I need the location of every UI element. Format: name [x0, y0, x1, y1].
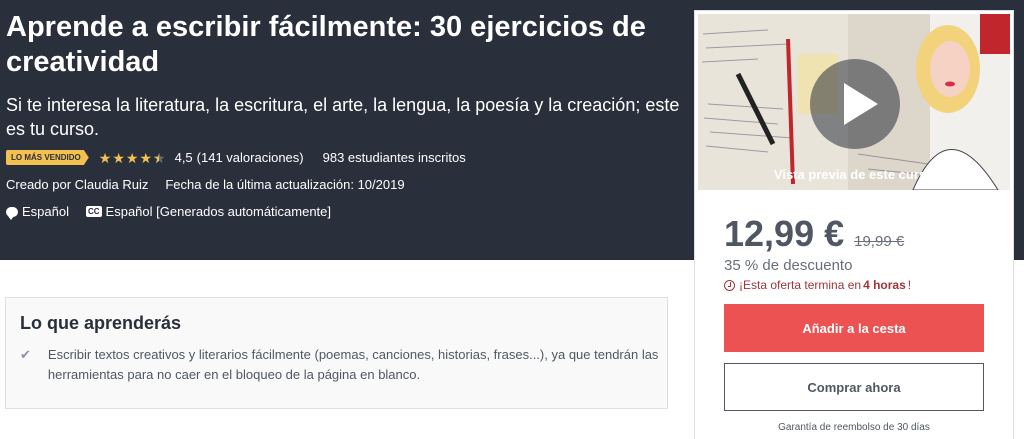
half-star-icon: ★	[153, 151, 166, 165]
what-you-will-learn: Lo que aprenderás ✔ Escribir textos crea…	[5, 297, 668, 409]
preview-label: Vista previa de este curso	[773, 167, 935, 182]
students-count: 983 estudiantes inscritos	[322, 150, 466, 165]
offer-prefix: ¡Esta oferta termina en	[739, 278, 862, 292]
buy-now-button[interactable]: Comprar ahora	[724, 363, 984, 411]
star-icon: ★	[125, 149, 139, 166]
speech-bubble-icon	[6, 206, 18, 220]
offer-suffix: !	[907, 278, 912, 292]
rating-value: 4,5	[174, 150, 193, 165]
money-back-guarantee: Garantía de reembolso de 30 días	[778, 422, 930, 433]
clock-icon	[724, 279, 735, 291]
bestseller-badge: LO MÁS VENDIDO	[6, 150, 89, 165]
current-price: 12,99 €	[724, 213, 845, 254]
discount-percent: 35 % de descuento	[724, 257, 853, 274]
creator-row: Creado por Claudia Ruiz Fecha de la últi…	[6, 177, 686, 192]
course-language: Español	[22, 204, 69, 219]
created-by[interactable]: Creado por Claudia Ruiz	[6, 177, 148, 192]
course-header-content: Aprende a escribir fácilmente: 30 ejerci…	[6, 10, 686, 220]
course-preview-video[interactable]: Vista previa de este curso	[698, 14, 1010, 190]
language-row: Español CC Español [Generados automática…	[6, 204, 686, 220]
offer-countdown: ¡Esta oferta termina en 4 horas !	[724, 278, 911, 292]
learn-title: Lo que aprenderás	[20, 313, 182, 333]
last-update: Fecha de la última actualización: 10/201…	[165, 177, 405, 192]
original-price: 19,99 €	[854, 233, 905, 250]
add-to-cart-button[interactable]: Añadir a la cesta	[724, 304, 984, 352]
price-area: 12,99 € 19,99 € 35 % de descuento ¡Esta …	[724, 213, 911, 292]
course-subtitle: Si te interesa la literatura, la escritu…	[6, 95, 680, 139]
learn-item-text: Escribir textos creativos y literarios f…	[47, 347, 659, 382]
purchase-card: Vista previa de este curso 12,99 € 19,99…	[694, 10, 1014, 439]
price-line: 12,99 € 19,99 €	[724, 213, 911, 255]
star-icon: ★	[112, 149, 125, 166]
rating-count-link[interactable]: (141 valoraciones)	[197, 150, 304, 165]
check-icon: ✔	[20, 347, 31, 362]
course-title: Aprende a escribir fácilmente: 30 ejerci…	[6, 11, 646, 78]
learn-item: ✔ Escribir textos creativos y literarios…	[20, 345, 660, 385]
star-icon: ★	[139, 149, 153, 166]
captions-language: Español [Generados automáticamente]	[105, 204, 332, 219]
rating-row: LO MÁS VENDIDO ★ ★ ★ ★ ★ 4,5 (141 valora…	[6, 150, 686, 165]
star-icon: ★	[98, 149, 112, 166]
play-icon[interactable]	[810, 59, 900, 149]
rating-stars: ★ ★ ★ ★ ★	[99, 151, 167, 165]
offer-hours: 4 horas	[863, 278, 906, 292]
cc-icon: CC	[85, 206, 102, 217]
